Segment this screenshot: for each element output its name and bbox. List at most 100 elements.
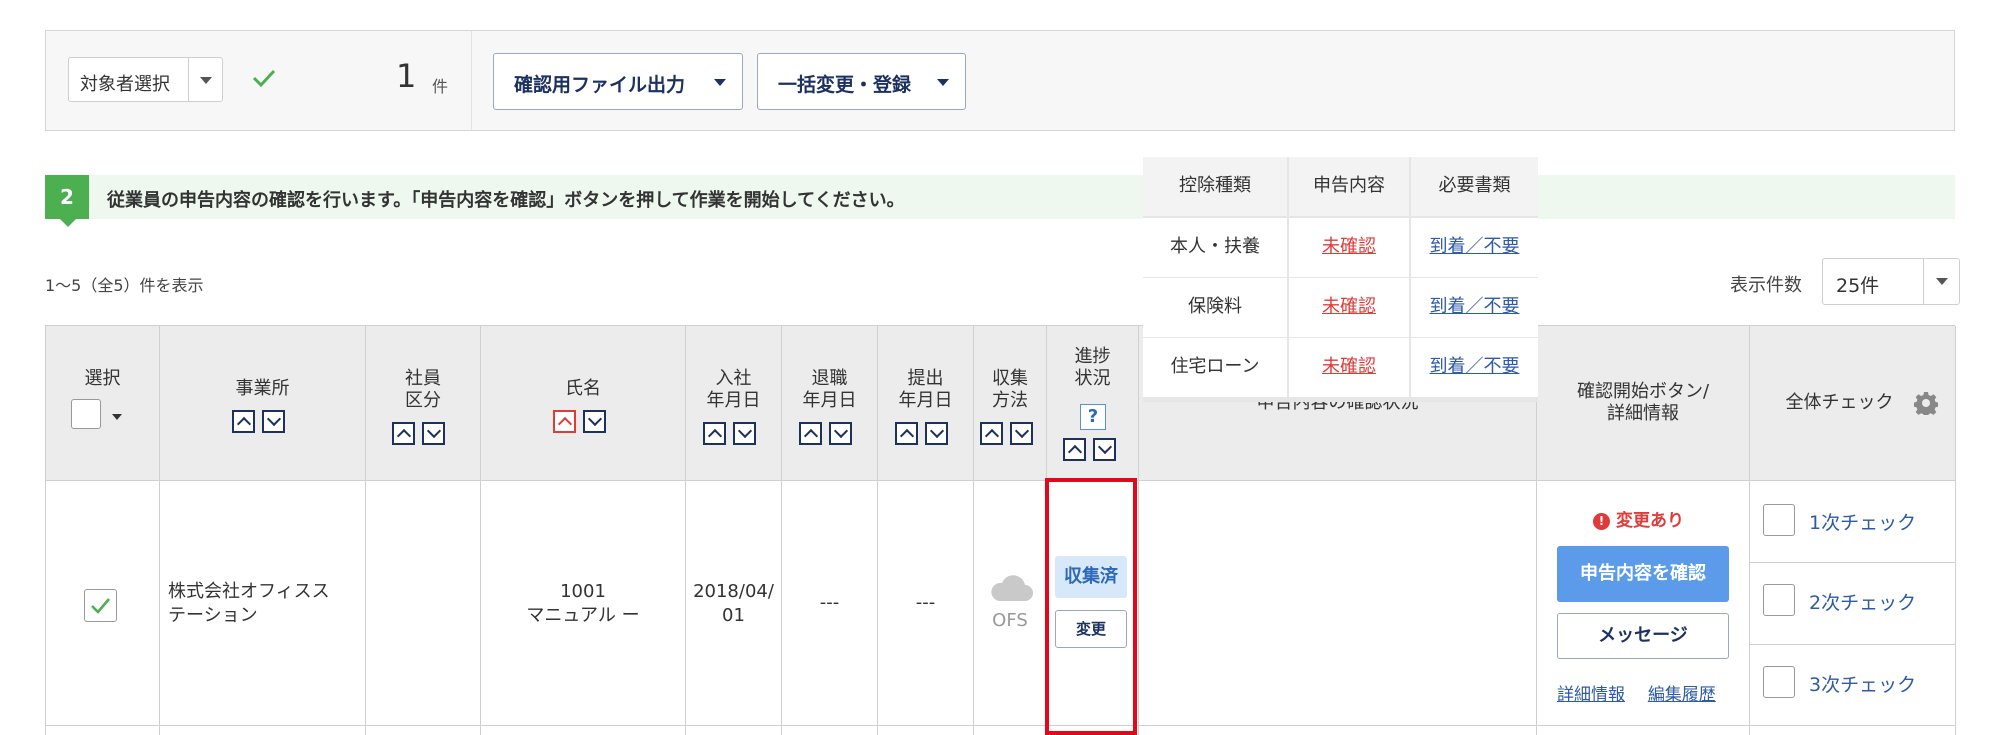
subtable-row: 住宅ローン 未確認 到着／不要: [1143, 338, 1538, 398]
col-header-start-label-1: 確認開始ボタン/: [1576, 381, 1710, 402]
sort-progress: [1063, 438, 1116, 461]
col-header-hire-date: 入社 年月日: [686, 326, 782, 481]
documents-link[interactable]: 到着／不要: [1430, 296, 1520, 317]
step-pointer: [60, 219, 76, 227]
divider: [1750, 562, 1956, 563]
col-header-name: 氏名: [481, 326, 686, 481]
checkmark-icon: [252, 69, 276, 88]
step-message: 従業員の申告内容の確認を行います。「申告内容を確認」ボタンを押して作業を開始して…: [107, 190, 905, 211]
cell-select: [46, 481, 160, 735]
unconfirmed-link[interactable]: 未確認: [1322, 296, 1376, 317]
select-all-checkbox[interactable]: [71, 399, 101, 429]
sort-asc-icon[interactable]: [553, 410, 576, 433]
selected-count-unit: 件: [432, 77, 449, 96]
deduction-type: 住宅ローン: [1143, 338, 1287, 397]
detail-info-link[interactable]: 詳細情報: [1557, 685, 1625, 705]
third-check-checkbox[interactable]: [1763, 666, 1795, 698]
first-check-label[interactable]: 1次チェック: [1809, 508, 1916, 535]
declaration-status: 未確認: [1289, 278, 1409, 337]
row-checkbox[interactable]: [84, 589, 117, 622]
cell-retire-date: ---: [782, 481, 878, 735]
subtable-header-row: 控除種類 申告内容 必要書類: [1143, 157, 1538, 217]
confirm-status-subtable: 控除種類 申告内容 必要書類 本人・扶養 未確認 到着／不要 保険料 未確認 到…: [1143, 157, 1538, 402]
sort-asc-icon[interactable]: [392, 422, 415, 445]
confirm-declaration-button[interactable]: 申告内容を確認: [1557, 546, 1729, 602]
third-check-label[interactable]: 3次チェック: [1809, 670, 1916, 697]
chevron-down-icon: [1936, 278, 1948, 285]
target-select[interactable]: 対象者選択: [68, 57, 223, 102]
help-icon[interactable]: ?: [1080, 404, 1106, 430]
select-menu-caret-icon[interactable]: [112, 414, 122, 420]
sort-asc-icon[interactable]: [1063, 438, 1086, 461]
sort-collect: [980, 422, 1033, 445]
col-header-emp-type-label-2: 区分: [405, 390, 441, 411]
edit-history-link[interactable]: 編集履歴: [1648, 685, 1716, 705]
col-header-submit-label-1: 提出: [907, 368, 944, 389]
col-header-progress: 進捗 状況 ?: [1047, 326, 1139, 481]
second-check-label[interactable]: 2次チェック: [1809, 588, 1916, 615]
bulk-edit-button[interactable]: 一括変更・登録: [757, 53, 966, 110]
sort-desc-icon[interactable]: [262, 410, 285, 433]
message-button[interactable]: メッセージ: [1557, 613, 1729, 659]
documents-status: 到着／不要: [1411, 338, 1538, 397]
sort-desc-icon[interactable]: [583, 410, 606, 433]
per-page-arrow[interactable]: [1923, 259, 1959, 304]
col-header-start-label-2: 詳細情報: [1607, 403, 1679, 424]
unconfirmed-link[interactable]: 未確認: [1322, 356, 1376, 377]
gear-icon[interactable]: [1914, 391, 1938, 415]
col-header-submit-date: 提出 年月日: [878, 326, 974, 481]
export-file-label: 確認用ファイル出力: [514, 74, 686, 96]
first-check-checkbox[interactable]: [1763, 504, 1795, 536]
cell-submit-date: ---: [878, 481, 974, 735]
declaration-status: 未確認: [1289, 218, 1409, 277]
sort-submit-date: [895, 422, 948, 445]
col-header-emp-type: 社員 区分: [366, 326, 481, 481]
collect-method: OFS: [992, 610, 1028, 631]
deduction-type: 本人・扶養: [1143, 218, 1287, 277]
sort-desc-icon[interactable]: [925, 422, 948, 445]
divider: [1750, 644, 1956, 645]
target-select-arrow[interactable]: [188, 58, 222, 101]
sort-desc-icon[interactable]: [1093, 438, 1116, 461]
bulk-edit-label: 一括変更・登録: [778, 74, 912, 96]
detail-links: 詳細情報 編集履歴: [1557, 680, 1716, 705]
chevron-down-icon: [937, 79, 949, 86]
employee-name: マニュアル ー: [526, 605, 640, 626]
sort-desc-icon[interactable]: [422, 422, 445, 445]
subtable-row: 本人・扶養 未確認 到着／不要: [1143, 218, 1538, 278]
export-file-button[interactable]: 確認用ファイル出力: [493, 53, 743, 110]
employee-number: 1001: [560, 581, 606, 602]
retire-date: ---: [819, 592, 840, 613]
documents-link[interactable]: 到着／不要: [1430, 356, 1520, 377]
sort-asc-icon[interactable]: [895, 422, 918, 445]
sort-asc-icon[interactable]: [980, 422, 1003, 445]
per-page-select[interactable]: 25件: [1822, 258, 1960, 305]
col-header-office: 事業所: [160, 326, 366, 481]
col-header-retire-date: 退職 年月日: [782, 326, 878, 481]
change-alert-text: 変更あり: [1616, 511, 1684, 531]
sort-desc-icon[interactable]: [733, 422, 756, 445]
cloud-icon: [991, 575, 1033, 601]
second-check-checkbox[interactable]: [1763, 584, 1795, 616]
sort-desc-icon[interactable]: [1010, 422, 1033, 445]
alert-icon: !: [1593, 513, 1610, 530]
target-select-label: 対象者選択: [80, 74, 170, 95]
col-header-emp-type-label-1: 社員: [405, 368, 441, 389]
sort-desc-icon[interactable]: [829, 422, 852, 445]
cell-office: 株式会社オフィスス テーション: [160, 481, 366, 735]
change-alert: ! 変更あり: [1593, 506, 1684, 531]
cell-confirm-status: [1139, 481, 1537, 735]
hire-date-2: 01: [722, 605, 745, 626]
sort-asc-icon[interactable]: [232, 410, 255, 433]
sort-asc-icon[interactable]: [799, 422, 822, 445]
documents-link[interactable]: 到着／不要: [1430, 236, 1520, 257]
unconfirmed-link[interactable]: 未確認: [1322, 236, 1376, 257]
col-header-hire-label-2: 年月日: [706, 390, 761, 411]
col-header-submit-label-2: 年月日: [898, 390, 953, 411]
sort-asc-icon[interactable]: [703, 422, 726, 445]
selected-count: 1: [396, 57, 417, 95]
hire-date-1: 2018/04/: [693, 581, 774, 602]
documents-status: 到着／不要: [1411, 278, 1538, 337]
col-header-start: 確認開始ボタン/ 詳細情報: [1537, 326, 1750, 481]
sort-hire-date: [703, 422, 756, 445]
